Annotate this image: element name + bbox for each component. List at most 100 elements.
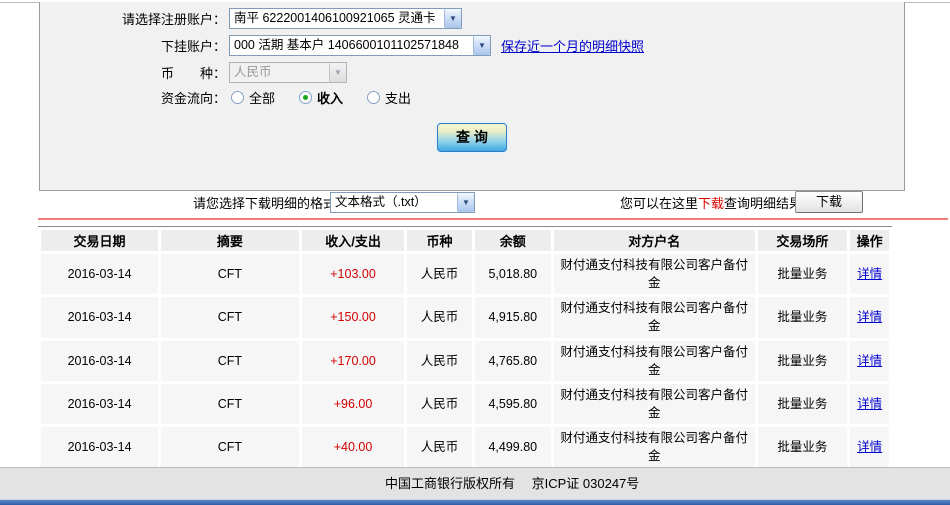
cell-venue: 批量业务 (757, 297, 848, 338)
detail-link[interactable]: 详情 (857, 267, 882, 281)
cell-amount: +96.00 (301, 383, 405, 424)
chevron-down-icon: ▼ (329, 62, 346, 82)
cell-date: 2016-03-14 (41, 254, 159, 295)
cell-date: 2016-03-14 (41, 383, 159, 424)
col-header-action: 操作 (850, 230, 889, 251)
flow-option-all[interactable]: 全部 (231, 88, 275, 107)
table-header-row: 交易日期 摘要 收入/支出 币种 余额 对方户名 交易场所 操作 (41, 230, 889, 251)
col-header-amount: 收入/支出 (301, 230, 405, 251)
cell-summary: CFT (161, 427, 299, 468)
register-account-row: 请选择注册账户： 南平 6222001406100921065 灵通卡 ▼ (40, 7, 462, 29)
flow-label: 资金流向： (160, 90, 226, 106)
cell-summary: CFT (161, 254, 299, 295)
cell-amount: +150.00 (301, 297, 405, 338)
flow-option-income[interactable]: 收入 (299, 88, 343, 107)
col-header-counterparty: 对方户名 (553, 230, 755, 251)
download-hint-suffix: 查询明细结果 (724, 196, 803, 211)
cell-amount: +40.00 (301, 427, 405, 468)
chevron-down-icon[interactable]: ▼ (457, 193, 474, 212)
cell-currency: 人民币 (407, 427, 472, 468)
cell-counterparty: 财付通支付科技有限公司客户备付金 (553, 297, 755, 338)
register-account-label: 请选择注册账户： (121, 11, 226, 27)
download-format-label: 请您选择下载明细的格式 (193, 196, 337, 211)
cell-counterparty: 财付通支付科技有限公司客户备付金 (553, 427, 755, 468)
flow-option-all-label: 全部 (249, 90, 276, 106)
radio-icon[interactable] (367, 90, 381, 104)
cell-currency: 人民币 (407, 340, 472, 381)
cell-balance: 5,018.80 (474, 254, 551, 295)
col-header-venue: 交易场所 (757, 230, 848, 251)
query-button[interactable]: 查 询 (437, 123, 507, 152)
detail-link[interactable]: 详情 (857, 354, 882, 368)
save-month-snapshot-link[interactable]: 保存近一个月的明细快照 (501, 36, 644, 55)
cell-balance: 4,915.80 (474, 297, 551, 338)
cell-venue: 批量业务 (757, 427, 848, 468)
flow-row: 资金流向： 全部 收入 支出 (40, 86, 435, 108)
col-header-currency: 币种 (407, 230, 472, 251)
flow-option-expense-label: 支出 (385, 90, 412, 106)
detail-link[interactable]: 详情 (857, 440, 882, 454)
cell-venue: 批量业务 (757, 383, 848, 424)
currency-select: 人民币 ▼ (229, 61, 347, 83)
footer: 网站声明｜服务网点｜服务热线95588 中国工商银行版权所有 京ICP证 030… (0, 467, 950, 499)
table-row: 2016-03-14 CFT +103.00 人民币 5,018.80 财付通支… (41, 254, 889, 295)
detail-link[interactable]: 详情 (857, 310, 882, 324)
cell-balance: 4,499.80 (474, 427, 551, 468)
register-account-value: 南平 6222001406100921065 灵通卡 (234, 10, 436, 25)
detail-link[interactable]: 详情 (857, 397, 882, 411)
cell-balance: 4,765.80 (474, 340, 551, 381)
radio-checked-icon[interactable] (299, 90, 313, 104)
cell-amount: +103.00 (301, 254, 405, 295)
cell-amount: +170.00 (301, 340, 405, 381)
download-format-select[interactable]: 文本格式（.txt） ▼ (330, 192, 475, 213)
red-divider (38, 218, 948, 220)
table-row: 2016-03-14 CFT +170.00 人民币 4,765.80 财付通支… (41, 340, 889, 381)
flow-option-expense[interactable]: 支出 (367, 88, 411, 107)
cell-date: 2016-03-14 (41, 297, 159, 338)
cell-currency: 人民币 (407, 254, 472, 295)
icbc-transaction-detail-page: 请选择注册账户： 南平 6222001406100921065 灵通卡 ▼ 下挂… (0, 0, 950, 505)
cell-summary: CFT (161, 340, 299, 381)
cell-counterparty: 财付通支付科技有限公司客户备付金 (553, 340, 755, 381)
col-header-summary: 摘要 (161, 230, 299, 251)
cell-currency: 人民币 (407, 297, 472, 338)
currency-row: 币 种： 人民币 ▼ (40, 61, 347, 83)
flow-radio-group: 全部 收入 支出 (231, 88, 435, 107)
query-form-panel: 请选择注册账户： 南平 6222001406100921065 灵通卡 ▼ 下挂… (39, 2, 905, 191)
sub-account-value: 000 活期 基本户 1406600101102571848 (234, 37, 459, 52)
cell-date: 2016-03-14 (41, 340, 159, 381)
cell-summary: CFT (161, 297, 299, 338)
sub-account-row: 下挂账户： 000 活期 基本户 1406600101102571848 ▼ 保… (40, 34, 644, 56)
col-header-balance: 余额 (474, 230, 551, 251)
download-hint-prefix: 您可以在这里 (620, 196, 699, 211)
cell-balance: 4,595.80 (474, 383, 551, 424)
sub-account-label: 下挂账户： (160, 38, 226, 54)
cell-counterparty: 财付通支付科技有限公司客户备付金 (553, 383, 755, 424)
cell-date: 2016-03-14 (41, 427, 159, 468)
download-strip: 请您选择下载明细的格式 文本格式（.txt） ▼ 您可以在这里下载查询明细结果 … (0, 191, 950, 215)
cell-venue: 批量业务 (757, 340, 848, 381)
table-row: 2016-03-14 CFT +40.00 人民币 4,499.80 财付通支付… (41, 427, 889, 468)
flow-option-income-label: 收入 (317, 90, 344, 106)
bottom-blue-bar (0, 499, 950, 505)
results-table: 交易日期 摘要 收入/支出 币种 余额 对方户名 交易场所 操作 2016-03… (38, 227, 892, 505)
footer-copyright: 中国工商银行版权所有 京ICP证 030247号 (385, 476, 640, 491)
table-row: 2016-03-14 CFT +96.00 人民币 4,595.80 财付通支付… (41, 383, 889, 424)
cell-counterparty: 财付通支付科技有限公司客户备付金 (553, 254, 755, 295)
currency-label: 币 种： (160, 65, 226, 81)
chevron-down-icon[interactable]: ▼ (444, 8, 461, 28)
table-row: 2016-03-14 CFT +150.00 人民币 4,915.80 财付通支… (41, 297, 889, 338)
sub-account-select[interactable]: 000 活期 基本户 1406600101102571848 ▼ (229, 34, 491, 56)
chevron-down-icon[interactable]: ▼ (473, 35, 490, 55)
cell-currency: 人民币 (407, 383, 472, 424)
currency-value: 人民币 (234, 64, 272, 79)
col-header-date: 交易日期 (41, 230, 159, 251)
download-inline-link[interactable]: 下载 (698, 196, 724, 211)
register-account-select[interactable]: 南平 6222001406100921065 灵通卡 ▼ (229, 7, 462, 29)
cell-venue: 批量业务 (757, 254, 848, 295)
results-table-wrap: 交易日期 摘要 收入/支出 币种 余额 对方户名 交易场所 操作 2016-03… (38, 226, 892, 505)
download-button[interactable]: 下载 (795, 191, 863, 213)
radio-icon[interactable] (231, 90, 244, 104)
download-format-value: 文本格式（.txt） (335, 195, 427, 209)
cell-summary: CFT (161, 383, 299, 424)
